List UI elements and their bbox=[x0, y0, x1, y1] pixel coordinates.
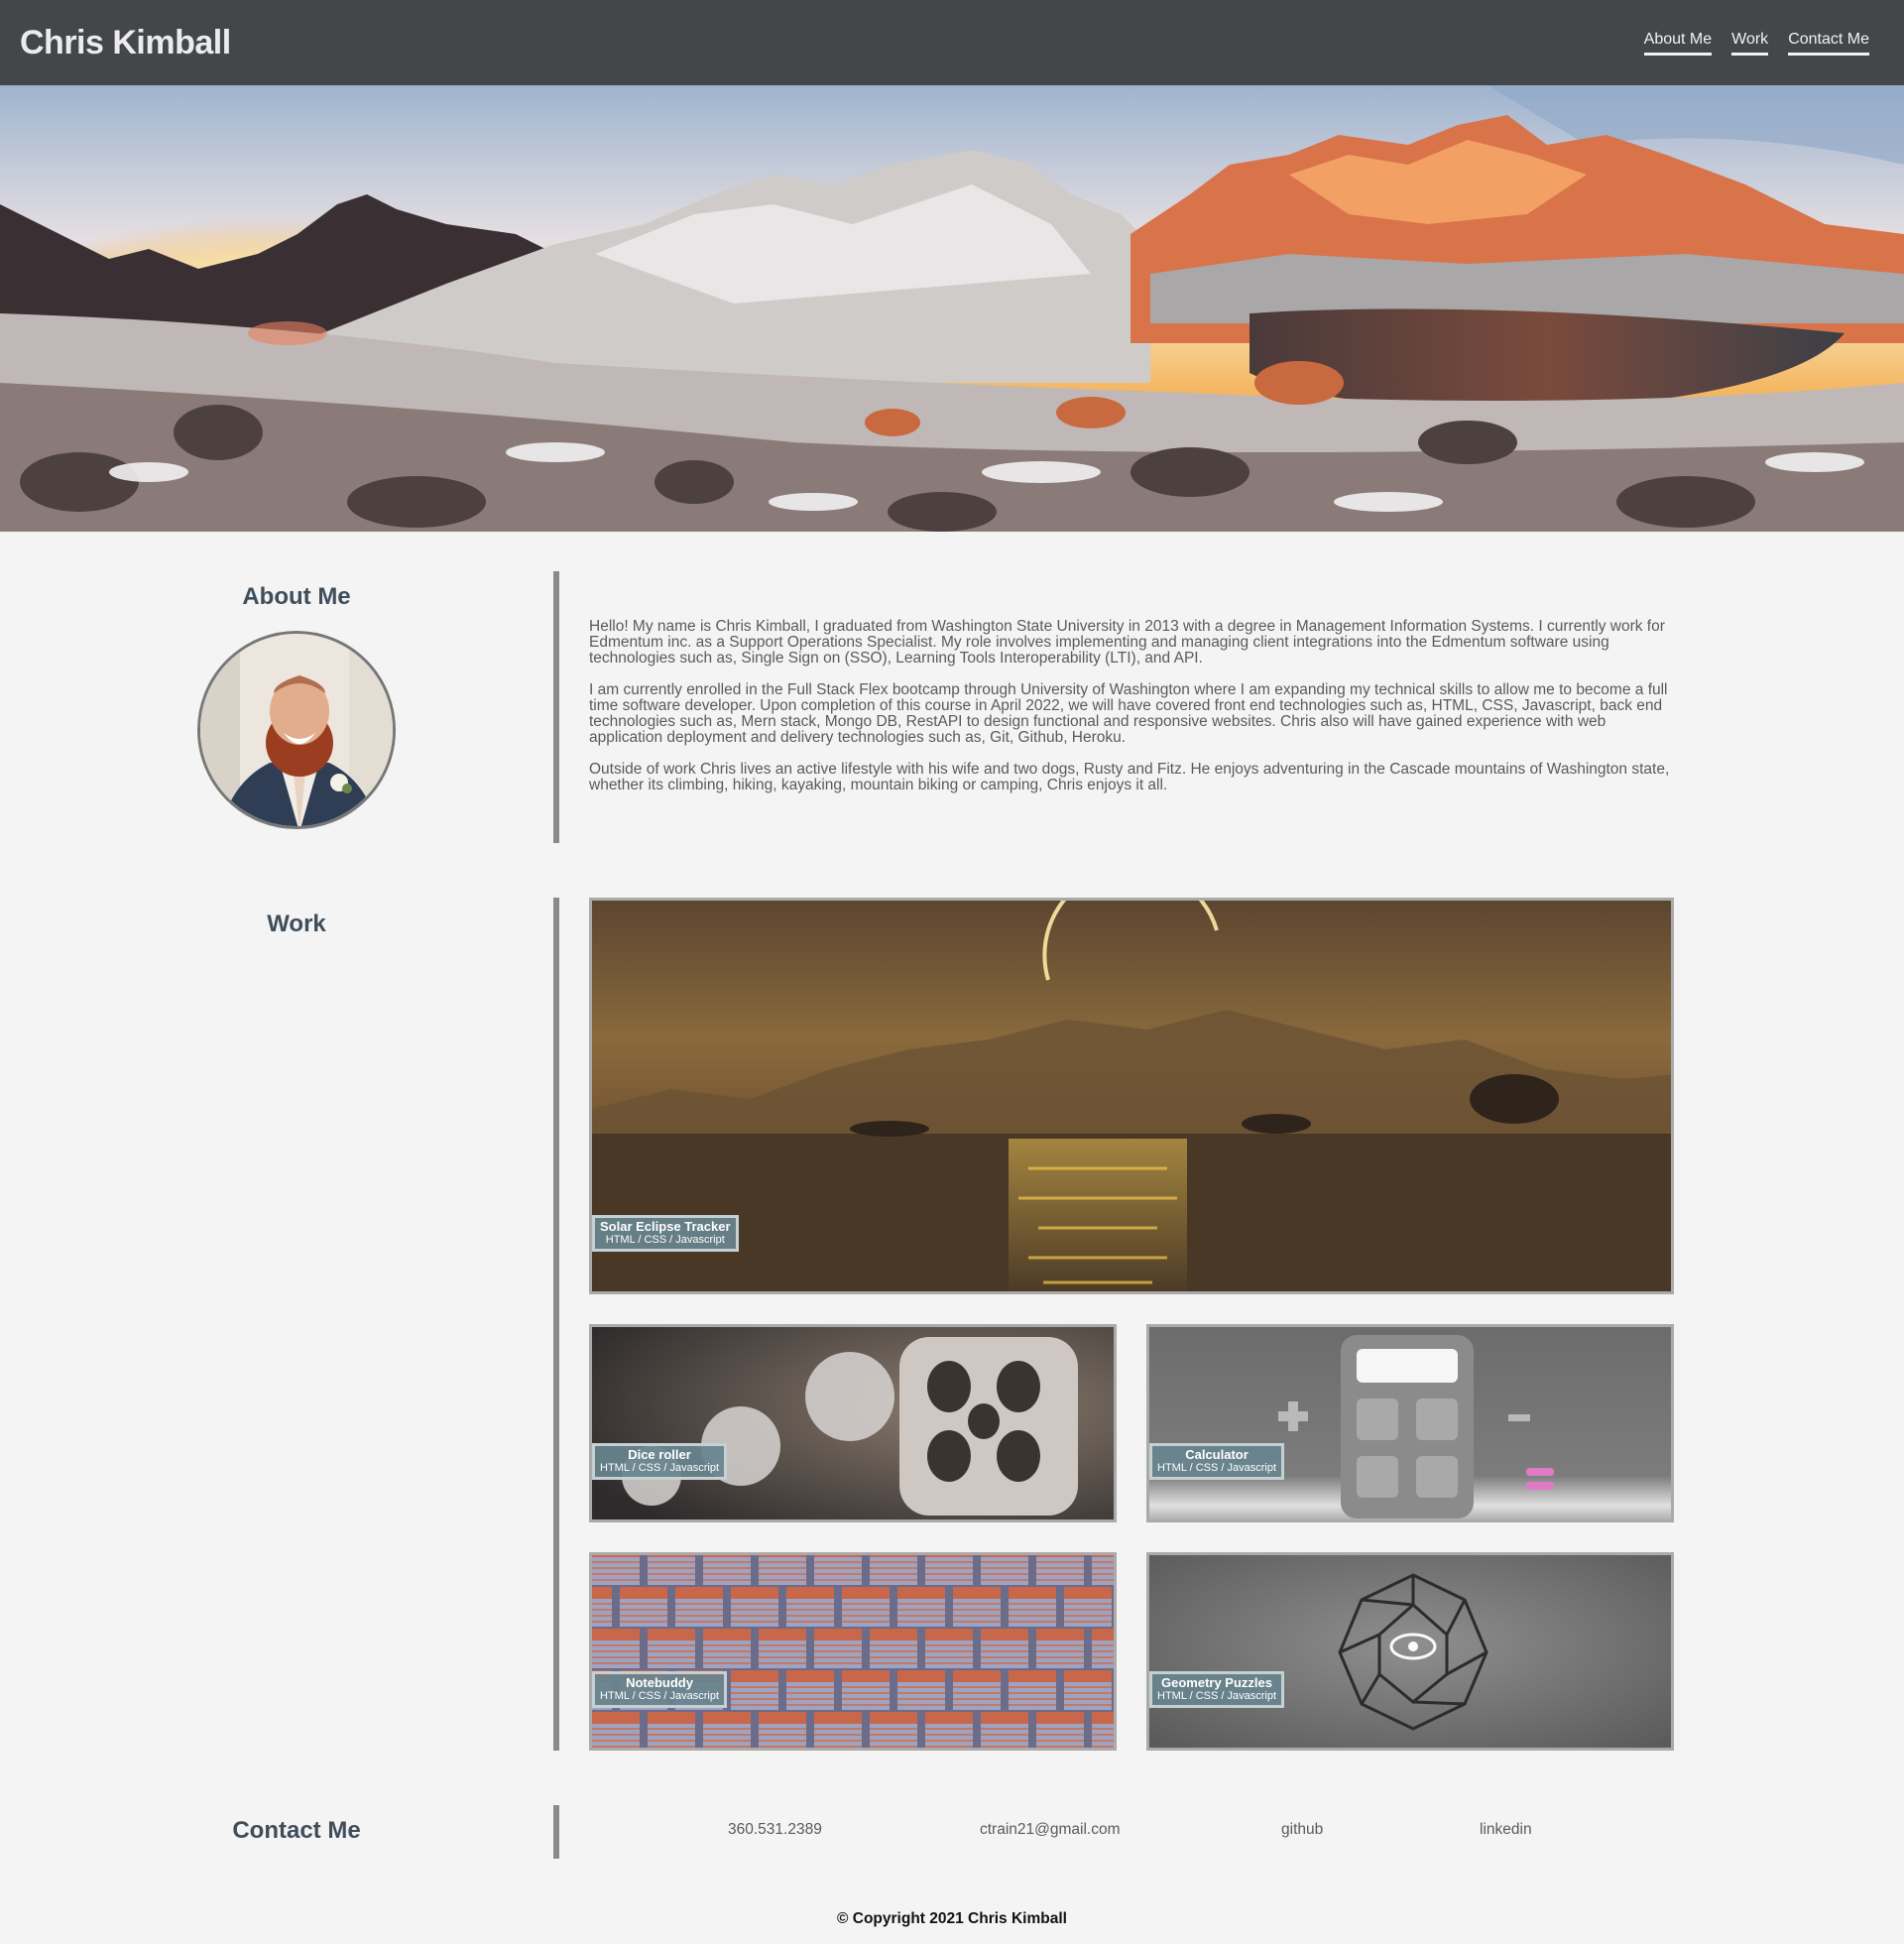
project-tech: HTML / CSS / Javascript bbox=[600, 1462, 720, 1474]
about-divider bbox=[553, 571, 559, 843]
about-paragraph: I am currently enrolled in the Full Stac… bbox=[589, 681, 1668, 746]
project-tech: HTML / CSS / Javascript bbox=[605, 1234, 725, 1246]
project-card-dice-roller[interactable]: Dice roller HTML / CSS / Javascript bbox=[589, 1324, 1117, 1522]
profile-avatar bbox=[197, 631, 396, 829]
project-name: Dice roller bbox=[628, 1447, 691, 1462]
project-label: Calculator HTML / CSS / Javascript bbox=[1149, 1443, 1285, 1480]
about-paragraph: Outside of work Chris lives an active li… bbox=[589, 761, 1670, 793]
project-name: Solar Eclipse Tracker bbox=[600, 1219, 731, 1234]
project-name: Calculator bbox=[1185, 1447, 1249, 1462]
hero-banner-image bbox=[0, 85, 1904, 532]
project-label: Geometry Puzzles HTML / CSS / Javascript bbox=[1149, 1671, 1285, 1708]
project-card-geometry-puzzles[interactable]: Geometry Puzzles HTML / CSS / Javascript bbox=[1146, 1552, 1674, 1751]
nav-contact-me[interactable]: Contact Me bbox=[1788, 31, 1869, 56]
project-label: Solar Eclipse Tracker HTML / CSS / Javas… bbox=[592, 1215, 739, 1252]
contact-linkedin-link[interactable]: linkedin bbox=[1480, 1821, 1532, 1839]
project-card-solar-eclipse-tracker[interactable]: Solar Eclipse Tracker HTML / CSS / Javas… bbox=[589, 898, 1674, 1294]
project-tech: HTML / CSS / Javascript bbox=[1157, 1462, 1277, 1474]
about-paragraph: Hello! My name is Chris Kimball, I gradu… bbox=[589, 618, 1665, 667]
project-name: Geometry Puzzles bbox=[1161, 1675, 1272, 1690]
contact-heading: Contact Me bbox=[232, 1817, 361, 1844]
work-heading: Work bbox=[267, 911, 326, 937]
project-label: Notebuddy HTML / CSS / Javascript bbox=[592, 1671, 728, 1708]
contact-divider bbox=[553, 1805, 559, 1859]
project-label: Dice roller HTML / CSS / Javascript bbox=[592, 1443, 728, 1480]
contact-email-link[interactable]: ctrain21@gmail.com bbox=[980, 1821, 1121, 1839]
contact-github-link[interactable]: github bbox=[1281, 1821, 1323, 1839]
nav-about-me[interactable]: About Me bbox=[1643, 31, 1713, 56]
nav-work[interactable]: Work bbox=[1731, 31, 1769, 56]
project-card-calculator[interactable]: Calculator HTML / CSS / Javascript bbox=[1146, 1324, 1674, 1522]
project-tech: HTML / CSS / Javascript bbox=[1157, 1690, 1277, 1702]
work-divider bbox=[553, 898, 559, 1751]
project-name: Notebuddy bbox=[626, 1675, 693, 1690]
main-nav: About Me Work Contact Me bbox=[1643, 31, 1869, 56]
about-heading: About Me bbox=[242, 583, 351, 610]
project-card-notebuddy[interactable]: Notebuddy HTML / CSS / Javascript bbox=[589, 1552, 1117, 1751]
top-header: Chris Kimball About Me Work Contact Me bbox=[0, 0, 1904, 85]
about-text: Hello! My name is Chris Kimball, I gradu… bbox=[589, 619, 1676, 809]
contact-phone-link[interactable]: 360.531.2389 bbox=[728, 1821, 822, 1839]
project-tech: HTML / CSS / Javascript bbox=[600, 1690, 720, 1702]
footer-copyright: © Copyright 2021 Chris Kimball bbox=[837, 1910, 1067, 1927]
site-title: Chris Kimball bbox=[20, 23, 231, 61]
